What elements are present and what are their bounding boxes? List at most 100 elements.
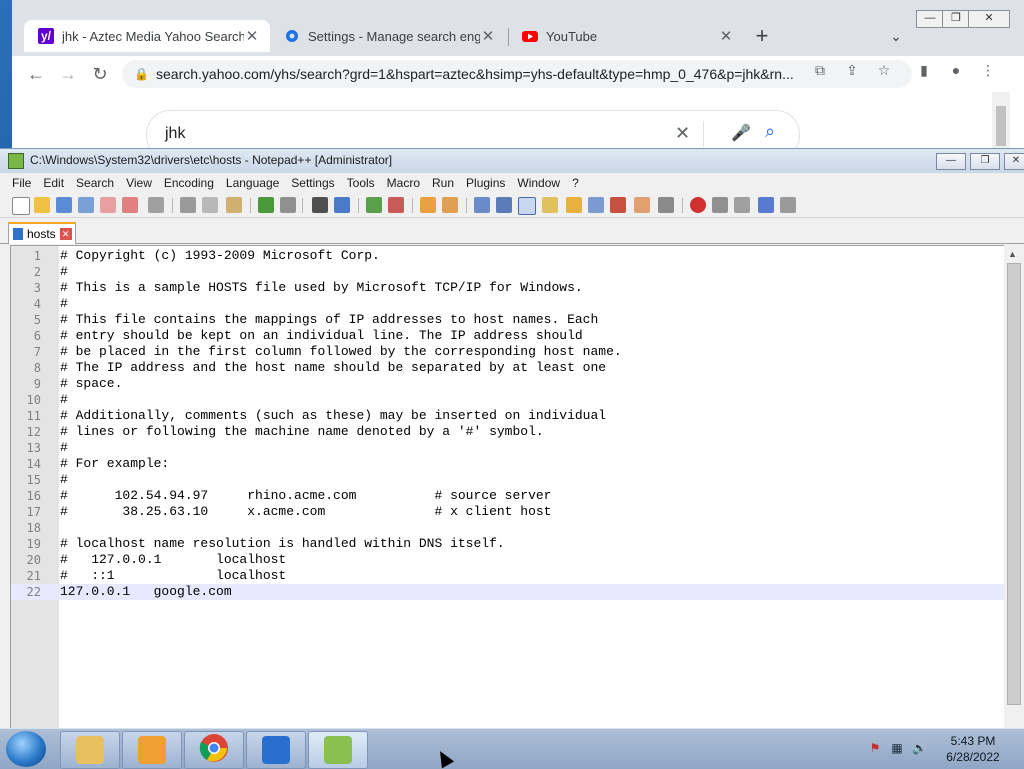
line-text[interactable]: # 38.25.63.10 x.acme.com # x client host [60,504,551,520]
scroll-up-icon[interactable]: ▲ [1008,249,1017,259]
play-macro-icon[interactable] [734,197,750,213]
translate-icon[interactable]: ⧉ [810,62,830,78]
open-folder-icon[interactable] [34,197,50,213]
monitoring-icon[interactable] [658,197,674,213]
maximize-button[interactable]: ❐ [970,153,1000,170]
replace-icon[interactable] [334,197,350,213]
tab-settings[interactable]: Settings - Manage search engine ✕ [270,20,506,52]
line-text[interactable]: # [60,264,68,280]
word-wrap-icon[interactable] [474,197,490,213]
editor-line[interactable]: 11 # Additionally, comments (such as thes… [11,408,1015,424]
minimize-button[interactable]: — [916,10,944,28]
doc-map-icon[interactable] [566,197,582,213]
menu-run[interactable]: Run [426,176,460,190]
editor-line[interactable]: 3 # This is a sample HOSTS file used by M… [11,280,1015,296]
show-all-chars-icon[interactable] [496,197,512,213]
editor-line[interactable]: 14 # For example: [11,456,1015,472]
cut-icon[interactable] [180,197,196,213]
zoom-out-icon[interactable] [388,197,404,213]
share-icon[interactable]: ⇪ [842,62,862,78]
line-text[interactable]: 127.0.0.1 google.com [60,584,232,600]
document-list-icon[interactable] [634,197,650,213]
editor-line[interactable]: 17 # 38.25.63.10 x.acme.com # x client ho… [11,504,1015,520]
undo-icon[interactable] [258,197,274,213]
line-text[interactable]: # [60,392,68,408]
address-bar[interactable]: 🔒 search.yahoo.com/yhs/search?grd=1&hspa… [122,60,912,88]
record-macro-icon[interactable] [690,197,706,213]
line-text[interactable]: # Additionally, comments (such as these)… [60,408,606,424]
line-text[interactable]: # localhost name resolution is handled w… [60,536,505,552]
print-icon[interactable] [148,197,164,213]
save-all-icon[interactable] [78,197,94,213]
profile-avatar-icon[interactable]: ● [946,62,966,78]
menu-help[interactable]: ? [566,176,585,190]
new-tab-button[interactable]: + [750,24,774,48]
clock[interactable]: 5:43 PM 6/28/2022 [930,733,1016,765]
menu-window[interactable]: Window [511,176,566,190]
line-text[interactable]: # be placed in the first column followed… [60,344,622,360]
menu-settings[interactable]: Settings [285,176,340,190]
editor-line[interactable]: 1 # Copyright (c) 1993-2009 Microsoft Cor… [11,248,1015,264]
action-center-icon[interactable]: ⚑ [868,741,882,755]
doc-tab-hosts[interactable]: hosts ✕ [8,222,76,244]
sync-horizontal-icon[interactable] [442,197,458,213]
menu-search[interactable]: Search [70,176,120,190]
editor-line[interactable]: 15 # [11,472,1015,488]
url-text[interactable]: search.yahoo.com/yhs/search?grd=1&hspart… [156,66,796,82]
tab-search-chevron-icon[interactable]: ⌄ [884,24,908,48]
menu-file[interactable]: File [0,176,37,190]
editor-line[interactable]: 16 # 102.54.94.97 rhino.acme.com # source… [11,488,1015,504]
menu-encoding[interactable]: Encoding [158,176,220,190]
function-list-icon[interactable] [588,197,604,213]
taskbar-chrome[interactable] [184,731,244,769]
line-text[interactable]: # Copyright (c) 1993-2009 Microsoft Corp… [60,248,380,264]
close-doc-icon[interactable]: ✕ [59,228,72,240]
editor-line[interactable]: 9 # space. [11,376,1015,392]
run-macro-multiple-icon[interactable] [758,197,774,213]
editor-line[interactable]: 18 [11,520,1015,536]
taskbar-media-player[interactable] [122,731,182,769]
editor-line[interactable]: 19 # localhost name resolution is handled… [11,536,1015,552]
menu-tools[interactable]: Tools [341,176,381,190]
close-tab-icon[interactable]: ✕ [244,27,260,45]
search-query[interactable]: jhk [165,125,185,143]
taskbar-notepadpp[interactable] [308,731,368,769]
line-text[interactable]: # This is a sample HOSTS file used by Mi… [60,280,583,296]
title-bar[interactable]: C:\Windows\System32\drivers\etc\hosts - … [0,149,1024,173]
editor-lines[interactable]: 1 # Copyright (c) 1993-2009 Microsoft Cor… [11,248,1015,600]
close-tab-icon[interactable]: ✕ [480,27,496,45]
scroll-thumb[interactable] [996,106,1006,146]
close-file-icon[interactable] [100,197,116,213]
menu-view[interactable]: View [120,176,158,190]
find-icon[interactable] [312,197,328,213]
text-editor[interactable]: 1 # Copyright (c) 1993-2009 Microsoft Cor… [10,245,1016,731]
editor-line[interactable]: 5 # This file contains the mappings of IP… [11,312,1015,328]
close-all-icon[interactable] [122,197,138,213]
redo-icon[interactable] [280,197,296,213]
menu-language[interactable]: Language [220,176,285,190]
indent-guide-icon[interactable] [518,197,536,215]
editor-line[interactable]: 8 # The IP address and the host name shou… [11,360,1015,376]
taskbar-explorer[interactable] [60,731,120,769]
volume-icon[interactable]: 🔊 [912,741,927,755]
line-text[interactable]: # lines or following the machine name de… [60,424,544,440]
editor-line[interactable]: 13 # [11,440,1015,456]
reload-icon[interactable]: ↻ [88,62,112,86]
menu-plugins[interactable]: Plugins [460,176,511,190]
lock-icon[interactable]: 🔒 [134,67,150,81]
minimize-button[interactable]: — [936,153,966,170]
paste-icon[interactable] [226,197,242,213]
editor-line[interactable]: 10 # [11,392,1015,408]
editor-line[interactable]: 21 # ::1 localhost [11,568,1015,584]
editor-line[interactable]: 20 # 127.0.0.1 localhost [11,552,1015,568]
zoom-in-icon[interactable] [366,197,382,213]
microphone-icon[interactable]: 🎤 [731,123,751,143]
line-text[interactable]: # 102.54.94.97 rhino.acme.com # source s… [60,488,551,504]
page-scrollbar[interactable] [992,92,1010,150]
line-text[interactable]: # space. [60,376,122,392]
editor-line[interactable]: 22 127.0.0.1 google.com [11,584,1015,600]
menu-kebab-icon[interactable]: ⋮ [978,62,998,78]
network-icon[interactable]: ▦ [890,741,904,755]
close-button[interactable]: ✕ [968,10,1010,28]
line-text[interactable]: # ::1 localhost [60,568,286,584]
